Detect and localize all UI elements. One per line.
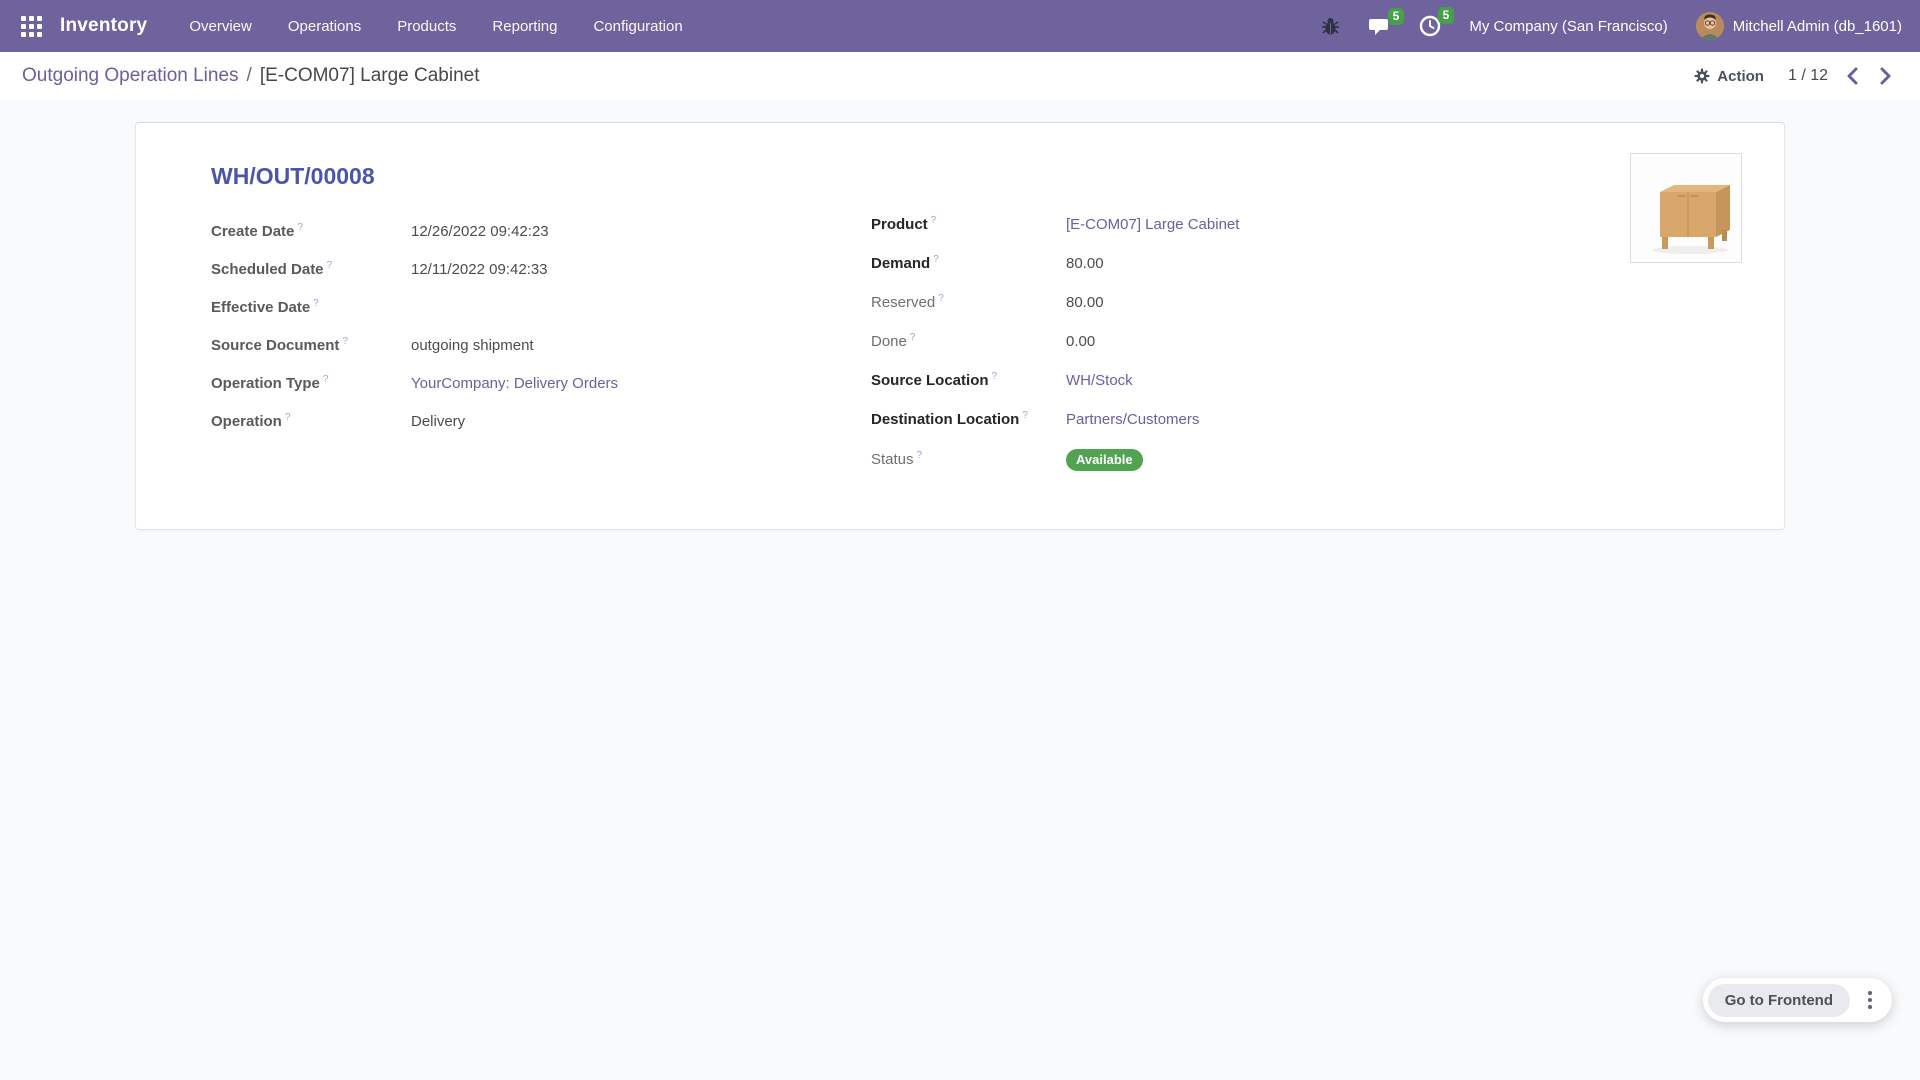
- field-value-create-date: 12/26/2022 09:42:23: [411, 223, 549, 240]
- field-row-destination-location: Destination Location? Partners/Customers: [871, 410, 1491, 433]
- record-title: WH/OUT/00008: [211, 163, 1709, 190]
- field-label-source-location: Source Location?: [871, 371, 1066, 389]
- help-icon: ?: [931, 215, 937, 226]
- form-right-column: Product? [E-COM07] Large Cabinet Demand?…: [871, 215, 1491, 488]
- activities-badge: 5: [1438, 7, 1455, 24]
- cabinet-illustration: [1636, 160, 1736, 256]
- help-icon: ?: [323, 374, 329, 385]
- field-label-reserved: Reserved?: [871, 293, 1066, 311]
- help-icon: ?: [910, 332, 916, 343]
- kebab-icon: [1868, 991, 1872, 995]
- field-label-effective-date: Effective Date?: [211, 298, 411, 316]
- field-row-source-location: Source Location? WH/Stock: [871, 371, 1491, 394]
- control-panel: Outgoing Operation Lines / [E-COM07] Lar…: [0, 52, 1920, 100]
- help-icon: ?: [933, 254, 939, 265]
- apps-menu-button[interactable]: [18, 13, 44, 39]
- control-panel-right: Action 1 / 12: [1694, 65, 1894, 87]
- field-row-reserved: Reserved? 80.00: [871, 293, 1491, 316]
- field-row-scheduled-date: Scheduled Date? 12/11/2022 09:42:33: [211, 260, 871, 283]
- field-row-product: Product? [E-COM07] Large Cabinet: [871, 215, 1491, 238]
- app-name[interactable]: Inventory: [60, 15, 147, 37]
- help-icon: ?: [313, 298, 319, 309]
- help-icon: ?: [917, 450, 923, 461]
- nav-item-overview[interactable]: Overview: [189, 14, 252, 39]
- product-image: [1630, 153, 1742, 263]
- field-row-operation-type: Operation Type? YourCompany: Delivery Or…: [211, 374, 871, 397]
- help-icon: ?: [327, 260, 333, 271]
- field-label-product: Product?: [871, 215, 1066, 233]
- field-value-destination-location[interactable]: Partners/Customers: [1066, 411, 1199, 428]
- field-row-source-document: Source Document? outgoing shipment: [211, 336, 871, 359]
- chevron-right-icon: [1879, 67, 1892, 85]
- nav-item-reporting[interactable]: Reporting: [492, 14, 557, 39]
- field-value-operation-type[interactable]: YourCompany: Delivery Orders: [411, 375, 618, 392]
- pager-previous-button[interactable]: [1844, 65, 1861, 87]
- field-value-scheduled-date: 12/11/2022 09:42:33: [411, 261, 548, 278]
- nav-item-products[interactable]: Products: [397, 14, 456, 39]
- breadcrumb-separator: /: [247, 65, 252, 87]
- help-icon: ?: [938, 293, 944, 304]
- messages-badge: 5: [1388, 8, 1405, 25]
- pager: 1 / 12: [1788, 65, 1894, 87]
- field-value-operation: Delivery: [411, 413, 465, 430]
- field-label-operation-type: Operation Type?: [211, 374, 411, 392]
- company-switcher[interactable]: My Company (San Francisco): [1469, 18, 1667, 35]
- field-value-done: 0.00: [1066, 333, 1095, 350]
- pager-count: 1 / 12: [1788, 67, 1828, 85]
- user-avatar: [1696, 12, 1724, 40]
- help-icon: ?: [297, 222, 303, 233]
- nav-menu: Overview Operations Products Reporting C…: [189, 14, 682, 39]
- nav-item-operations[interactable]: Operations: [288, 14, 361, 39]
- field-label-create-date: Create Date?: [211, 222, 411, 240]
- debug-bug-icon[interactable]: [1321, 16, 1340, 37]
- help-icon: ?: [992, 371, 998, 382]
- form-sheet: WH/OUT/00008 Create Date? 12/26/2022 09:…: [135, 122, 1785, 530]
- apps-grid-icon: [21, 16, 42, 37]
- breadcrumb-parent-link[interactable]: Outgoing Operation Lines: [22, 65, 239, 87]
- field-row-effective-date: Effective Date?: [211, 298, 871, 321]
- user-name: Mitchell Admin (db_1601): [1733, 18, 1902, 35]
- field-label-operation: Operation?: [211, 412, 411, 430]
- help-icon: ?: [1022, 410, 1028, 421]
- field-row-demand: Demand? 80.00: [871, 254, 1491, 277]
- pager-next-button[interactable]: [1877, 65, 1894, 87]
- field-label-status: Status?: [871, 450, 1066, 468]
- breadcrumb-current: [E-COM07] Large Cabinet: [260, 65, 480, 87]
- field-value-source-document: outgoing shipment: [411, 337, 534, 354]
- field-row-create-date: Create Date? 12/26/2022 09:42:23: [211, 222, 871, 245]
- field-label-demand: Demand?: [871, 254, 1066, 272]
- nav-item-configuration[interactable]: Configuration: [593, 14, 682, 39]
- field-label-done: Done?: [871, 332, 1066, 350]
- frontend-fab: Go to Frontend: [1703, 978, 1892, 1022]
- status-badge: Available: [1066, 449, 1143, 471]
- help-icon: ?: [342, 336, 348, 347]
- action-menu-button[interactable]: Action: [1694, 68, 1764, 85]
- field-label-source-document: Source Document?: [211, 336, 411, 354]
- field-label-scheduled-date: Scheduled Date?: [211, 260, 411, 278]
- field-row-done: Done? 0.00: [871, 332, 1491, 355]
- user-menu[interactable]: Mitchell Admin (db_1601): [1696, 12, 1902, 40]
- action-label: Action: [1717, 68, 1764, 85]
- navbar-right: 5 5 My Company (San Francisco) Mit: [1321, 12, 1902, 40]
- field-label-destination-location: Destination Location?: [871, 410, 1066, 428]
- gear-icon: [1694, 68, 1710, 84]
- chevron-left-icon: [1846, 67, 1859, 85]
- breadcrumb: Outgoing Operation Lines / [E-COM07] Lar…: [22, 65, 480, 87]
- messages-button[interactable]: 5: [1368, 16, 1391, 37]
- go-to-frontend-button[interactable]: Go to Frontend: [1708, 984, 1850, 1017]
- fab-more-button[interactable]: [1853, 983, 1887, 1017]
- help-icon: ?: [285, 412, 291, 423]
- field-value-source-location[interactable]: WH/Stock: [1066, 372, 1133, 389]
- activities-button[interactable]: 5: [1419, 15, 1441, 37]
- field-row-status: Status? Available: [871, 449, 1491, 472]
- field-value-product[interactable]: [E-COM07] Large Cabinet: [1066, 216, 1239, 233]
- bug-icon: [1321, 16, 1340, 37]
- field-value-demand: 80.00: [1066, 255, 1104, 272]
- field-value-reserved: 80.00: [1066, 294, 1104, 311]
- form-left-column: Create Date? 12/26/2022 09:42:23 Schedul…: [211, 222, 871, 488]
- field-row-operation: Operation? Delivery: [211, 412, 871, 435]
- top-navbar: Inventory Overview Operations Products R…: [0, 0, 1920, 52]
